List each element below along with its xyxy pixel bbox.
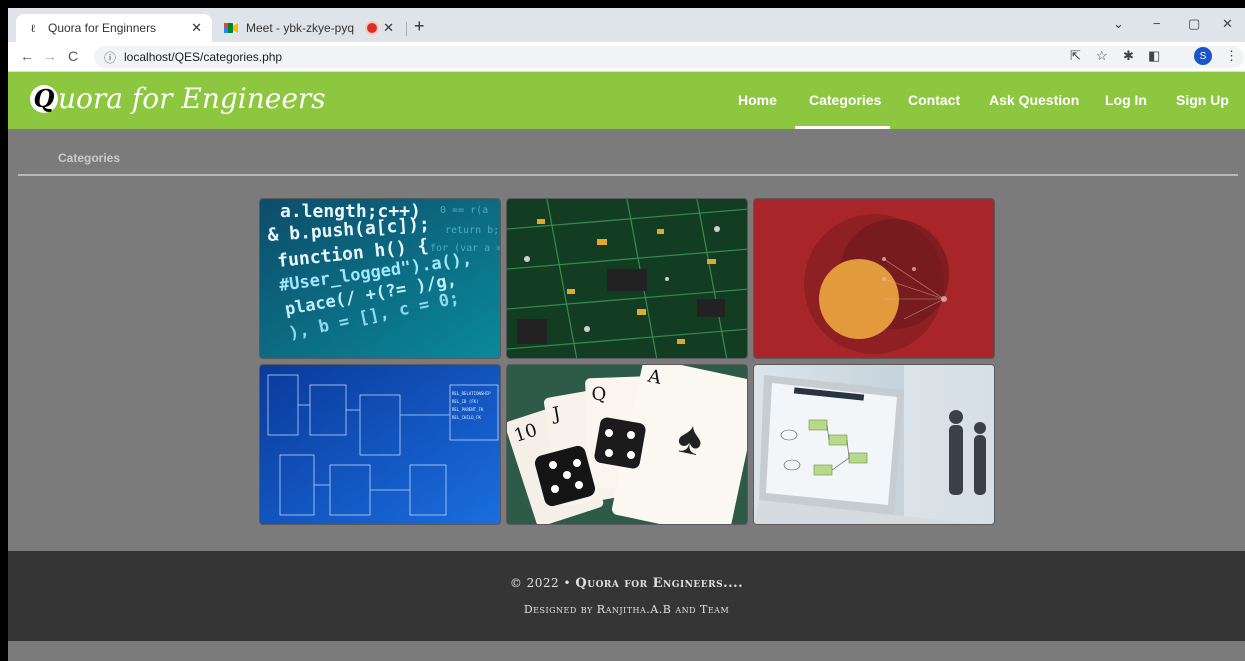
category-tile-software[interactable] — [753, 364, 995, 525]
tab-search-icon[interactable]: ⌄ — [1113, 16, 1124, 32]
back-button[interactable]: ← — [20, 48, 34, 64]
site-header: Q uora for Engineers Home Categories Con… — [8, 72, 1245, 129]
browser-toolbar: ← → C ⓘ localhost/QES/categories.php ⇱ ☆… — [8, 42, 1245, 72]
footer-copyright: © 2022 • Quora for Engineers.... — [8, 576, 1245, 591]
nav-categories[interactable]: Categories — [809, 92, 881, 108]
database-schema-image: REL_RELATIONSHIP REL_ID (FK) REL_PARENT_FK… — [260, 365, 500, 524]
close-window-button[interactable]: ✕ — [1222, 16, 1233, 32]
svg-text:Q: Q — [591, 384, 606, 406]
nav-signup[interactable]: Sign Up — [1176, 92, 1229, 108]
footer-credits: Designed by Ranjitha.A.B and Team — [523, 603, 730, 616]
minimize-button[interactable]: − — [1153, 16, 1161, 31]
svg-text:REL_PARENT_FK: REL_PARENT_FK — [452, 407, 484, 412]
category-tile-electronics[interactable] — [506, 198, 748, 359]
quora-favicon-icon: ℓ — [30, 21, 36, 35]
active-nav-indicator — [795, 126, 890, 129]
cards-and-dice-image: 10 J Q A♠ — [507, 365, 747, 524]
tab-quora[interactable]: ℓ Quora for Enginners ✕ — [16, 14, 212, 42]
category-tile-games[interactable]: 10 J Q A ♠ — [506, 364, 748, 525]
tab-separator — [406, 22, 407, 36]
extensions-icon[interactable]: ✱ — [1123, 48, 1134, 64]
code-image: a.length;c++) & b.push(a[c]); function h… — [260, 199, 501, 358]
reload-button[interactable]: C — [68, 48, 78, 64]
new-tab-button[interactable]: + — [414, 16, 425, 37]
nav-contact[interactable]: Contact — [908, 92, 960, 108]
site-logo[interactable]: Q uora for Engineers — [30, 82, 326, 115]
footer-copyright-prefix: © 2022 • — [509, 576, 572, 590]
browser-window: ℓ Quora for Enginners ✕ Meet - ybk-zkye-… — [8, 8, 1245, 661]
logo-text: uora for Engineers — [58, 82, 326, 115]
site-footer: © 2022 • Quora for Engineers.... Designe… — [8, 551, 1245, 641]
url-text: localhost/QES/categories.php — [124, 50, 283, 64]
category-tile-code[interactable]: a.length;c++) & b.push(a[c]); function h… — [259, 198, 501, 359]
side-panel-icon[interactable]: ◧ — [1148, 48, 1160, 64]
share-icon[interactable]: ⇱ — [1070, 48, 1081, 64]
recording-icon — [367, 23, 378, 33]
logo-letter: Q — [30, 84, 58, 113]
forward-button[interactable]: → — [43, 48, 57, 64]
tab-title: Meet - ybk-zkye-pyq — [246, 21, 355, 35]
restore-button[interactable]: ▢ — [1188, 16, 1200, 32]
info-icon[interactable]: ⓘ — [104, 49, 116, 66]
tab-meet[interactable]: Meet - ybk-zkye-pyq ✕ — [214, 14, 404, 42]
tab-strip: ℓ Quora for Enginners ✕ Meet - ybk-zkye-… — [8, 8, 1245, 42]
laptop-flowchart-image — [754, 365, 994, 524]
breadcrumb: Categories — [58, 151, 121, 165]
divider — [18, 174, 1238, 176]
footer-site-name: Quora for Engineers.... — [575, 576, 744, 591]
meet-favicon-icon — [224, 21, 238, 35]
category-tile-diagram[interactable] — [753, 198, 995, 359]
circuit-board-image — [507, 199, 747, 358]
tab-title: Quora for Enginners — [48, 21, 157, 35]
svg-text:for (var a =: for (var a = — [430, 243, 501, 254]
close-tab-icon[interactable]: ✕ — [191, 20, 202, 36]
nav-ask-question[interactable]: Ask Question — [989, 92, 1079, 108]
bookmark-star-icon[interactable]: ☆ — [1096, 48, 1108, 64]
nav-home[interactable]: Home — [738, 92, 777, 108]
category-tile-database[interactable]: REL_RELATIONSHIP REL_ID (FK) REL_PARENT_FK… — [259, 364, 501, 525]
svg-text:0 == r(a: 0 == r(a — [440, 205, 488, 216]
menu-kebab-icon[interactable]: ⋮ — [1225, 48, 1238, 64]
red-diagram-image — [754, 199, 994, 358]
svg-text:REL_CHILD_FK: REL_CHILD_FK — [452, 415, 481, 420]
svg-text:return b;: return b; — [445, 225, 499, 236]
svg-text:REL_ID (FK): REL_ID (FK) — [452, 399, 479, 404]
page-bottom — [8, 641, 1245, 661]
profile-avatar[interactable]: S — [1194, 47, 1212, 65]
close-tab-icon[interactable]: ✕ — [383, 20, 394, 36]
nav-login[interactable]: Log In — [1105, 92, 1147, 108]
svg-text:REL_RELATIONSHIP: REL_RELATIONSHIP — [452, 391, 491, 396]
